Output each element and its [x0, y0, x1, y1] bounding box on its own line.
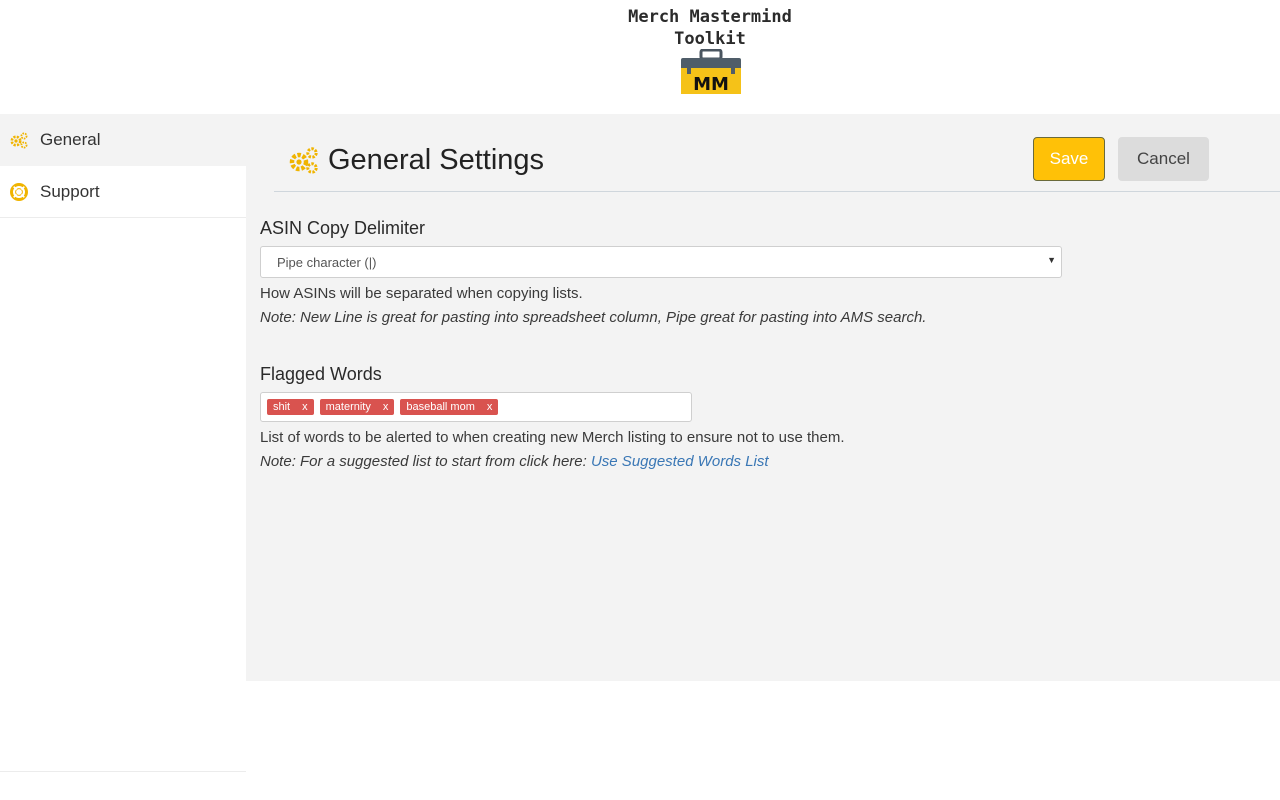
- flagged-words-note: Note: For a suggested list to start from…: [260, 453, 769, 470]
- gears-icon: [288, 144, 320, 176]
- cancel-button[interactable]: Cancel: [1118, 137, 1209, 181]
- remove-tag-icon[interactable]: x: [487, 401, 493, 413]
- toolbox-logo-icon: MM: [679, 49, 743, 95]
- asin-delimiter-value: Pipe character (|): [277, 255, 376, 270]
- note-text: : For a suggested list to start from cli…: [292, 453, 591, 470]
- note-prefix: Note: [260, 309, 292, 326]
- flagged-word-tag: maternity x: [320, 399, 395, 415]
- asin-delimiter-help: How ASINs will be separated when copying…: [260, 285, 583, 302]
- page-title: General Settings: [328, 144, 544, 177]
- flagged-words-label: Flagged Words: [260, 364, 382, 385]
- flagged-word-tag: baseball mom x: [400, 399, 498, 415]
- chevron-down-icon: ▼: [1047, 255, 1056, 265]
- page-header: General Settings: [288, 136, 544, 184]
- sidebar-divider: [0, 771, 246, 772]
- sidebar: General Support: [0, 114, 246, 800]
- asin-delimiter-label: ASIN Copy Delimiter: [260, 218, 425, 239]
- tag-label: baseball mom: [406, 401, 474, 413]
- remove-tag-icon[interactable]: x: [302, 401, 308, 413]
- use-suggested-words-link[interactable]: Use Suggested Words List: [591, 453, 769, 470]
- sidebar-item-general[interactable]: General: [0, 114, 246, 166]
- asin-delimiter-note: Note: New Line is great for pasting into…: [260, 309, 926, 326]
- save-button[interactable]: Save: [1033, 137, 1105, 181]
- flagged-words-help: List of words to be alerted to when crea…: [260, 429, 844, 446]
- main-panel: General Settings Save Cancel ASIN Copy D…: [246, 114, 1280, 681]
- note-prefix: Note: [260, 453, 292, 470]
- remove-tag-icon[interactable]: x: [383, 401, 389, 413]
- header-divider: [274, 191, 1280, 192]
- sidebar-item-support[interactable]: Support: [0, 166, 246, 218]
- app-header: Merch Mastermind Toolkit MM: [0, 0, 1280, 114]
- flagged-words-input[interactable]: shit x maternity x baseball mom x: [260, 392, 692, 422]
- tag-label: maternity: [326, 401, 371, 413]
- gears-icon: [9, 130, 29, 150]
- tag-label: shit: [273, 401, 290, 413]
- note-text: : New Line is great for pasting into spr…: [292, 309, 927, 326]
- sidebar-item-label: Support: [40, 182, 100, 202]
- sidebar-item-label: General: [40, 130, 100, 150]
- app-title-line1: Merch Mastermind: [600, 6, 820, 28]
- logo-text: MM: [693, 74, 729, 95]
- flagged-word-tag: shit x: [267, 399, 314, 415]
- app-title-line2: Toolkit: [600, 28, 820, 50]
- lifebuoy-icon: [9, 182, 29, 202]
- asin-delimiter-select[interactable]: Pipe character (|) ▼: [260, 246, 1062, 278]
- app-title: Merch Mastermind Toolkit: [600, 6, 820, 50]
